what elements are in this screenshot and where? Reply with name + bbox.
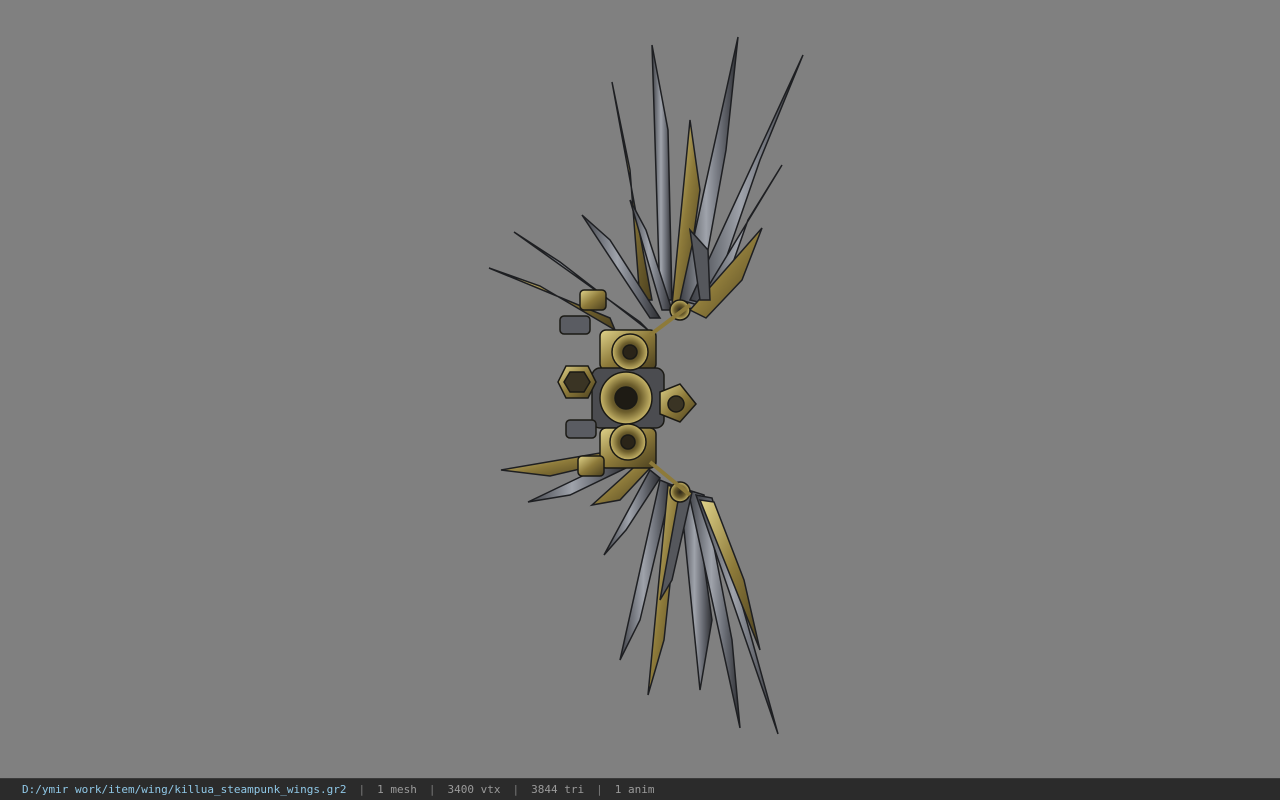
3d-viewport[interactable] [0, 0, 1280, 778]
separator: | [596, 783, 603, 796]
mesh-count: 1 mesh [377, 783, 417, 796]
file-path: D:/ymir work/item/wing/killua_steampunk_… [22, 783, 347, 796]
separator: | [358, 783, 366, 796]
vertex-count: 3400 vtx [447, 783, 501, 796]
lower-wing [500, 451, 779, 735]
upper-wing [488, 36, 804, 332]
separator: | [512, 783, 520, 796]
steampunk-wings-model [488, 36, 804, 735]
separator: | [428, 783, 436, 796]
status-bar: D:/ymir work/item/wing/killua_steampunk_… [0, 778, 1280, 800]
anim-count: 1 anim [614, 783, 655, 796]
triangle-count: 3844 tri [531, 783, 585, 796]
gear-assembly [557, 289, 697, 503]
